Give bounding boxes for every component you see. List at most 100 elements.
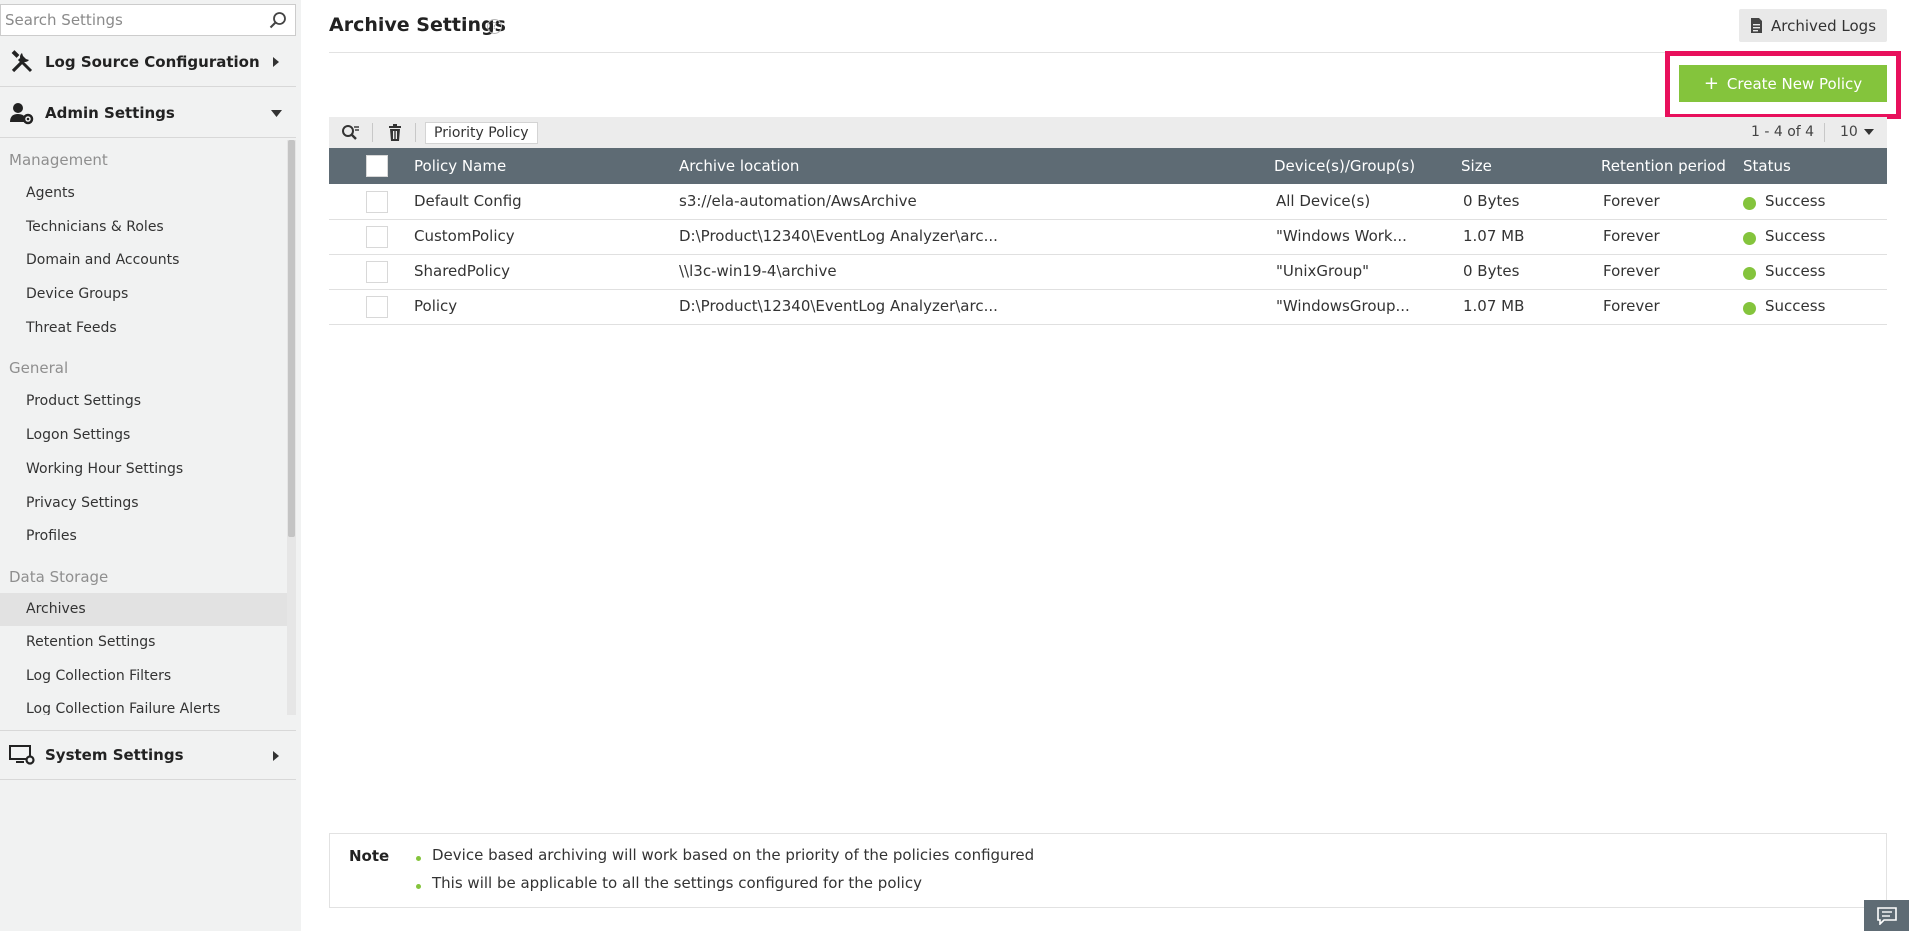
cell-devices: All Device(s) [1276,192,1371,210]
chat-button[interactable] [1864,900,1909,931]
cell-status: Success [1765,227,1826,245]
table-row[interactable]: SharedPolicy \\l3c-win19-4\archive "Unix… [329,255,1887,290]
section-label: Log Source Configuration [45,52,260,71]
chat-icon [1876,906,1897,925]
page-size-select[interactable]: 10 [1840,124,1875,140]
table-row[interactable]: Default Config s3://ela-automation/AwsAr… [329,185,1887,220]
column-archive-location[interactable]: Archive location [679,157,799,175]
column-devices-groups[interactable]: Device(s)/Group(s) [1274,157,1415,175]
column-status[interactable]: Status [1743,157,1791,175]
cell-size: 1.07 MB [1463,227,1525,245]
title-divider [329,52,1887,53]
cell-devices: "WindowsGroup... [1276,297,1410,315]
search-filter-icon[interactable] [340,123,360,143]
group-label-management: Management [9,151,108,169]
cell-status: Success [1765,297,1826,315]
sidebar-scrollbar[interactable] [287,140,296,715]
priority-policy-button[interactable]: Priority Policy [425,122,538,144]
cell-size: 0 Bytes [1463,262,1520,280]
tools-icon [8,48,36,76]
sidebar-item-log-collection-filters[interactable]: Log Collection Filters [0,660,296,693]
row-checkbox[interactable] [366,296,388,318]
sidebar-item-device-groups[interactable]: Device Groups [0,278,296,311]
note-bullet [416,856,421,861]
admin-user-gear-icon [8,99,36,127]
sidebar-item-domain-accounts[interactable]: Domain and Accounts [0,244,296,277]
settings-sidebar: Log Source Configuration Admin Settings … [0,0,301,931]
sidebar-item-technicians-roles[interactable]: Technicians & Roles [0,211,296,244]
caret-right-icon [273,751,279,761]
note-bullet [416,884,421,889]
sidebar-item-product-settings[interactable]: Product Settings [0,385,296,418]
section-label: Admin Settings [45,103,175,122]
toolbar-separator [415,123,416,142]
chevron-down-icon [1864,129,1875,135]
note-line: Device based archiving will work based o… [432,846,1035,864]
sidebar-item-agents[interactable]: Agents [0,177,296,210]
row-checkbox[interactable] [366,261,388,283]
column-size[interactable]: Size [1461,157,1492,175]
cell-policy-name[interactable]: Default Config [414,192,522,210]
sidebar-item-retention-settings[interactable]: Retention Settings [0,626,296,659]
scrollbar-thumb[interactable] [288,140,295,537]
sidebar-item-threat-feeds[interactable]: Threat Feeds [0,312,296,345]
create-new-policy-button[interactable]: + Create New Policy [1679,65,1887,102]
cell-archive-location: D:\Product\12340\EventLog Analyzer\arc..… [679,297,998,315]
sidebar-item-working-hour-settings[interactable]: Working Hour Settings [0,453,296,486]
note-box: Note Device based archiving will work ba… [329,833,1887,908]
search-settings-box[interactable] [0,4,296,36]
section-log-source-configuration[interactable]: Log Source Configuration [0,37,296,87]
search-icon[interactable] [269,11,287,29]
admin-settings-menu: Management Agents Technicians & Roles Do… [0,140,296,715]
row-checkbox[interactable] [366,191,388,213]
sidebar-item-log-collection-failure-alerts[interactable]: Log Collection Failure Alerts [0,693,296,715]
cell-status: Success [1765,192,1826,210]
row-checkbox[interactable] [366,226,388,248]
section-label: System Settings [45,746,184,764]
check-circle-icon [1743,197,1756,210]
cell-size: 0 Bytes [1463,192,1520,210]
page-title: Archive Settings [329,14,506,36]
check-circle-icon [1743,267,1756,280]
sidebar-item-logon-settings[interactable]: Logon Settings [0,419,296,452]
sidebar-item-archives[interactable]: Archives [0,593,296,626]
archived-logs-button[interactable]: Archived Logs [1739,9,1887,42]
column-policy-name[interactable]: Policy Name [414,157,506,175]
page-size-value: 10 [1840,124,1858,140]
document-icon [1750,18,1762,33]
pagination-range: 1 - 4 of 4 [1751,124,1815,140]
table-header: Policy Name Archive location Device(s)/G… [329,148,1887,184]
table-toolbar: Priority Policy 1 - 4 of 4 10 [329,117,1887,148]
help-icon[interactable]: ? [487,19,502,34]
cell-policy-name[interactable]: Policy [414,297,457,315]
toolbar-separator [372,123,373,142]
note-label: Note [349,847,390,865]
group-label-general: General [9,359,69,377]
cell-status: Success [1765,262,1826,280]
sidebar-item-profiles[interactable]: Profiles [0,520,296,553]
group-label-data-storage: Data Storage [9,568,109,586]
cell-archive-location: s3://ela-automation/AwsArchive [679,192,917,210]
cell-retention: Forever [1603,192,1660,210]
sidebar-item-privacy-settings[interactable]: Privacy Settings [0,487,296,520]
column-retention-period[interactable]: Retention period [1601,157,1726,175]
table-row[interactable]: CustomPolicy D:\Product\12340\EventLog A… [329,220,1887,255]
cell-retention: Forever [1603,297,1660,315]
table-row[interactable]: Policy D:\Product\12340\EventLog Analyze… [329,290,1887,325]
check-circle-icon [1743,302,1756,315]
cell-policy-name[interactable]: SharedPolicy [414,262,510,280]
search-settings-input[interactable] [1,5,251,35]
toolbar-separator [1824,123,1825,142]
cell-policy-name[interactable]: CustomPolicy [414,227,515,245]
section-system-settings[interactable]: System Settings [0,730,296,780]
monitor-gear-icon [8,741,36,769]
select-all-checkbox[interactable] [366,155,388,177]
trash-icon[interactable] [385,123,405,143]
cell-retention: Forever [1603,262,1660,280]
cell-devices: "Windows Work... [1276,227,1407,245]
caret-down-icon [271,110,282,117]
cell-archive-location: D:\Product\12340\EventLog Analyzer\arc..… [679,227,998,245]
cell-size: 1.07 MB [1463,297,1525,315]
note-line: This will be applicable to all the setti… [432,874,922,892]
section-admin-settings[interactable]: Admin Settings [0,88,296,138]
